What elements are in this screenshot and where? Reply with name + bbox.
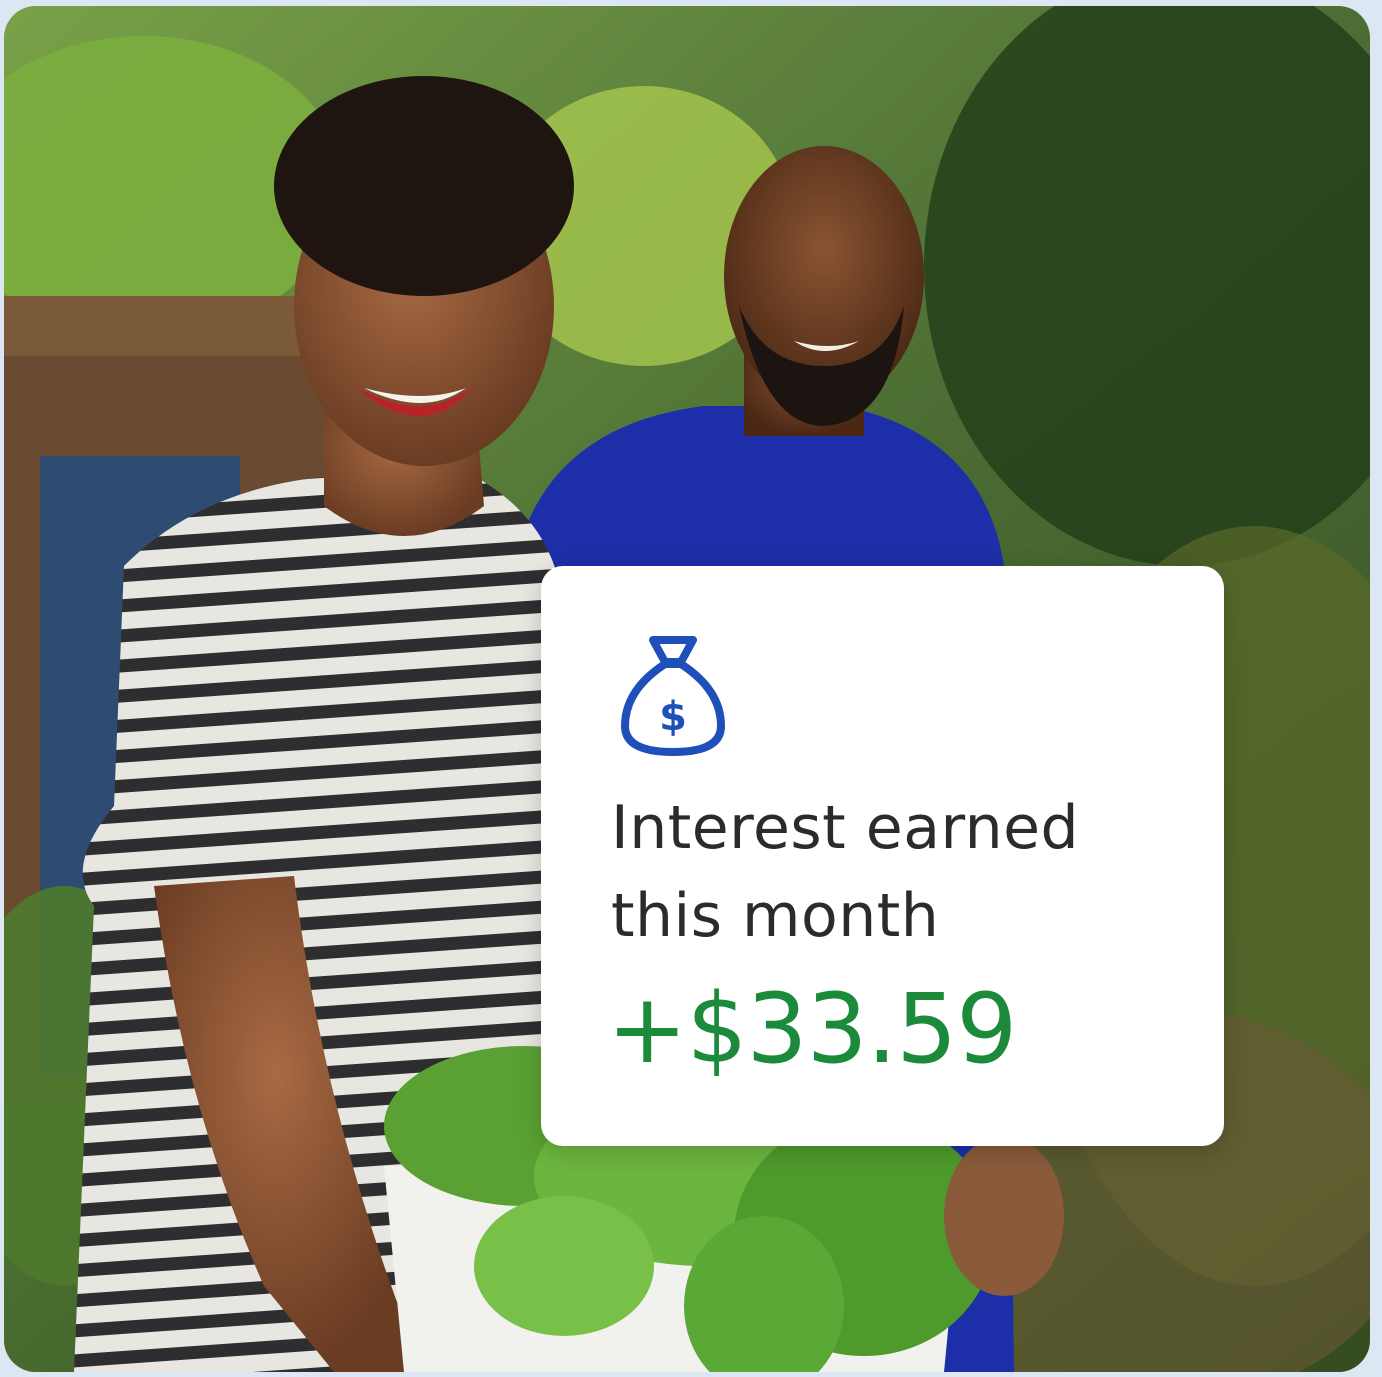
interest-earned-label: Interest earned this month [611, 784, 1191, 960]
label-line-2: this month [611, 881, 940, 951]
hero-image-frame: $ Interest earned this month +$33.59 [4, 6, 1370, 1372]
label-line-1: Interest earned [611, 793, 1080, 863]
interest-amount: +$33.59 [607, 973, 1017, 1085]
money-bag-dollar-icon: $ [621, 636, 725, 756]
svg-text:$: $ [659, 694, 687, 740]
interest-earned-card: $ Interest earned this month +$33.59 [541, 566, 1224, 1146]
